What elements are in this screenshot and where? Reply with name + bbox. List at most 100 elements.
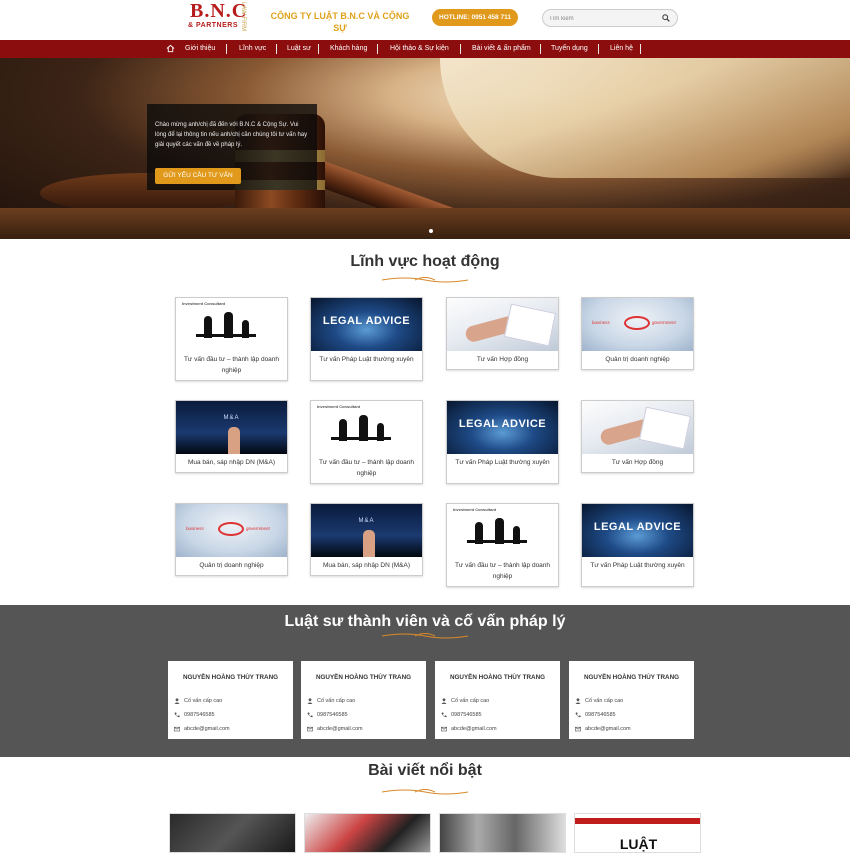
phone-icon xyxy=(441,712,447,717)
lawyer-email[interactable]: abcde@gmail.com xyxy=(184,726,230,732)
field-caption: Quản trị doanh nghiệp xyxy=(605,356,670,363)
paper-image xyxy=(638,406,692,450)
title-ornament-icon xyxy=(381,633,469,639)
thumb-label: government xyxy=(246,526,270,531)
nav-separator xyxy=(640,44,641,54)
hotline-badge[interactable]: HOTLINE: 0951 458 711 xyxy=(432,9,518,26)
field-thumbnail: LEGAL ADVICE xyxy=(447,401,558,454)
lawyer-card[interactable]: NGUYỄN HOÀNG THÙY TRANG Cố vấn cấp cao 0… xyxy=(301,661,426,739)
news-post-thumbnail[interactable] xyxy=(304,813,431,853)
lawyers-title: Luật sư thành viên và cố vấn pháp lý xyxy=(284,613,566,630)
site-logo[interactable]: B.N.C & PARTNERS LAW FIRM xyxy=(186,0,248,36)
lawyer-email[interactable]: abcde@gmail.com xyxy=(317,726,363,732)
site-header: B.N.C & PARTNERS LAW FIRM CÔNG TY LUẬT B… xyxy=(0,0,850,40)
field-thumbnail: LEGAL ADVICE xyxy=(582,504,693,557)
logo-bnc: B.N.C xyxy=(190,0,248,22)
field-caption: Tư vấn đầu tư – thành lập doanh nghiệp xyxy=(318,459,415,477)
lawyer-role: Cố vấn cấp cao xyxy=(451,698,490,704)
logo-lawfirm: LAW FIRM xyxy=(240,2,246,32)
news-post-thumbnail[interactable]: LUẬT xyxy=(574,813,701,853)
thumb-label: LEGAL ADVICE xyxy=(458,418,547,430)
user-icon xyxy=(575,697,581,704)
field-caption: Tư vấn Pháp Luật thường xuyên xyxy=(319,356,414,363)
nav-item-gioi-thieu[interactable]: Giới thiệu xyxy=(185,40,215,58)
mail-icon xyxy=(575,726,581,731)
lawyer-email[interactable]: abcde@gmail.com xyxy=(451,726,497,732)
field-card[interactable]: business government Quản trị doanh nghiệp xyxy=(581,297,694,370)
user-icon xyxy=(307,697,313,704)
nav-item-linh-vuc[interactable]: Lĩnh vực xyxy=(239,40,266,58)
field-thumbnail: Investment Consultant xyxy=(176,298,287,351)
nav-separator xyxy=(598,44,599,54)
thumb-label: M&A xyxy=(223,415,240,421)
field-card[interactable]: Tư vấn Hợp đồng xyxy=(446,297,559,370)
lawyer-name: NGUYỄN HOÀNG THÙY TRANG xyxy=(449,674,546,681)
news-post-banner xyxy=(575,818,700,824)
lawyer-role-row: Cố vấn cấp cao xyxy=(441,697,489,705)
field-thumbnail xyxy=(582,401,693,454)
lawyer-name: NGUYỄN HOÀNG THÙY TRANG xyxy=(182,674,279,681)
news-post-thumbnail[interactable] xyxy=(439,813,566,853)
nav-item-bai-viet[interactable]: Bài viết & ấn phẩm xyxy=(472,40,531,58)
nav-item-luat-su[interactable]: Luật sư xyxy=(287,40,311,58)
lawyer-card[interactable]: NGUYỄN HOÀNG THÙY TRANG Cố vấn cấp cao 0… xyxy=(168,661,293,739)
phone-icon xyxy=(307,712,313,717)
field-card[interactable]: Investment Consultant Tư vấn đầu tư – thà… xyxy=(175,297,288,381)
nav-separator xyxy=(318,44,319,54)
search-icon[interactable] xyxy=(662,14,670,22)
search-box xyxy=(542,9,678,27)
field-card[interactable]: business government Quản trị doanh nghiệp xyxy=(175,503,288,576)
news-post-thumbnail[interactable] xyxy=(169,813,296,853)
field-caption: Quản trị doanh nghiệp xyxy=(199,562,264,569)
nav-item-lien-he[interactable]: Liên hệ xyxy=(610,40,633,58)
field-card[interactable]: Investment Consultant Tư vấn đầu tư – thà… xyxy=(310,400,423,484)
news-title: Bài viết nổi bật xyxy=(368,762,482,779)
hand-image xyxy=(363,530,375,557)
lawyer-phone-row: 0987546585 xyxy=(174,711,215,719)
field-thumbnail xyxy=(447,298,558,351)
mail-icon xyxy=(174,726,180,731)
field-caption: Tư vấn Pháp Luật thường xuyên xyxy=(590,562,685,569)
field-card[interactable]: LEGAL ADVICE Tư vấn Pháp Luật thường xuyê… xyxy=(310,297,423,381)
nav-separator xyxy=(540,44,541,54)
search-input[interactable] xyxy=(549,13,659,24)
home-icon[interactable] xyxy=(166,44,175,53)
field-card[interactable]: LEGAL ADVICE Tư vấn Pháp Luật thường xuyê… xyxy=(446,400,559,484)
thumb-label: government xyxy=(652,320,676,325)
nav-item-hoi-thao[interactable]: Hội thảo & Sự kiện xyxy=(390,40,449,58)
lawyer-role-row: Cố vấn cấp cao xyxy=(174,697,222,705)
lawyer-name: NGUYỄN HOÀNG THÙY TRANG xyxy=(583,674,680,681)
field-card[interactable]: M&A Mua bán, sáp nhập DN (M&A) xyxy=(175,400,288,473)
lawyer-phone-row: 0987546585 xyxy=(575,711,616,719)
company-name: CÔNG TY LUẬT B.N.C VÀ CỘNG SỰ xyxy=(270,11,410,33)
lawyer-email-row: abcde@gmail.com xyxy=(307,725,363,733)
nav-separator xyxy=(377,44,378,54)
field-card[interactable]: Tư vấn Hợp đồng xyxy=(581,400,694,473)
hero-banner xyxy=(0,58,850,239)
field-card[interactable]: M&A Mua bán, sáp nhập DN (M&A) xyxy=(310,503,423,576)
paper-image xyxy=(503,303,557,347)
lawyer-phone-row: 0987546585 xyxy=(307,711,348,719)
nav-separator xyxy=(226,44,227,54)
thumb-label: LEGAL ADVICE xyxy=(322,315,411,327)
desk-image xyxy=(467,540,527,543)
lawyer-email[interactable]: abcde@gmail.com xyxy=(585,726,631,732)
slider-dot[interactable] xyxy=(429,229,433,233)
welcome-box: Chào mừng anh/chị đã đến với B.N.C & Cộn… xyxy=(147,104,317,190)
lawyer-role: Cố vấn cấp cao xyxy=(317,698,356,704)
field-card[interactable]: Investment Consultant Tư vấn đầu tư – thà… xyxy=(446,503,559,587)
field-thumbnail: Investment Consultant xyxy=(311,401,422,454)
request-consult-button[interactable]: GỬI YÊU CẦU TƯ VẤN xyxy=(155,168,241,184)
lawyer-phone: 0987546585 xyxy=(184,712,215,718)
nav-item-khach-hang[interactable]: Khách hàng xyxy=(330,40,367,58)
field-thumbnail: M&A xyxy=(311,504,422,557)
lawyer-card[interactable]: NGUYỄN HOÀNG THÙY TRANG Cố vấn cấp cao 0… xyxy=(435,661,560,739)
lawyers-section: Luật sư thành viên và cố vấn pháp lý NGU… xyxy=(0,605,850,757)
field-card[interactable]: LEGAL ADVICE Tư vấn Pháp Luật thường xuyê… xyxy=(581,503,694,587)
desk-image xyxy=(196,334,256,337)
lawyer-role-row: Cố vấn cấp cao xyxy=(575,697,623,705)
hero-book-image xyxy=(440,58,850,178)
thumb-label: Investment Consultant xyxy=(317,404,361,409)
lawyer-card[interactable]: NGUYỄN HOÀNG THÙY TRANG Cố vấn cấp cao 0… xyxy=(569,661,694,739)
nav-item-tuyen-dung[interactable]: Tuyển dụng xyxy=(551,40,588,58)
